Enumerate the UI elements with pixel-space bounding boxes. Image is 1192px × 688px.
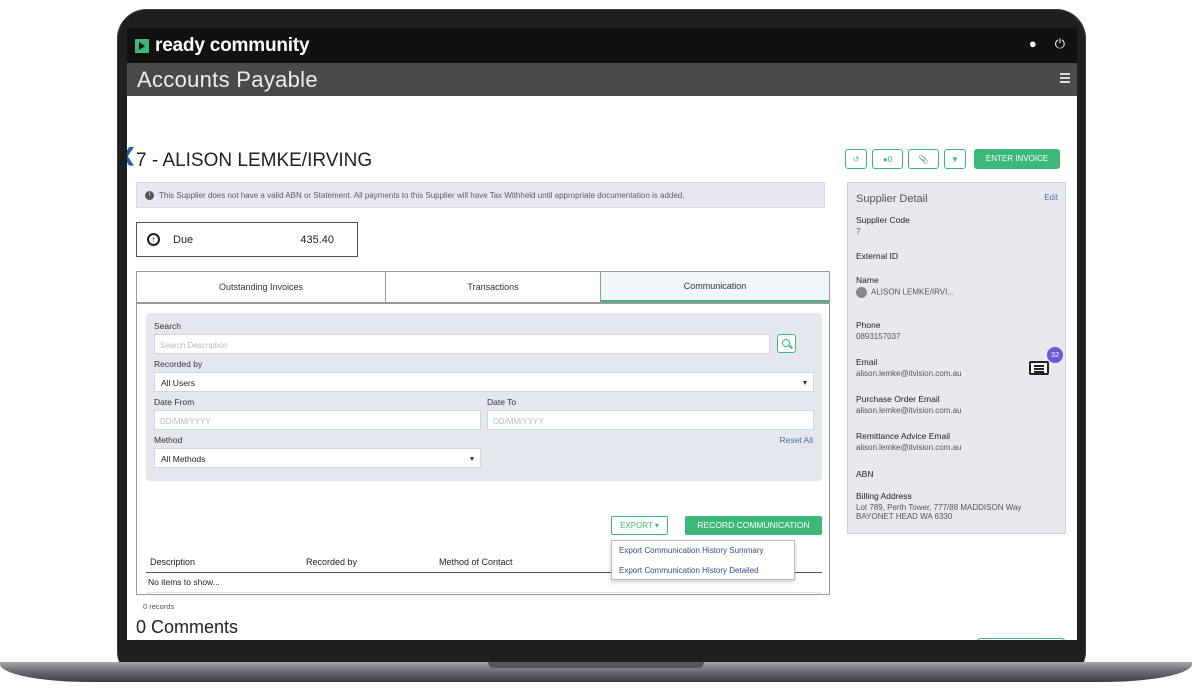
module-title: Accounts Payable [137, 67, 318, 92]
paperclip-icon: 📎 [918, 154, 929, 164]
comments-heading: 0 Comments [136, 617, 239, 637]
app-screen: ready community ● ⏻ Accounts Payable ❮ 7… [127, 28, 1077, 640]
date-from-label: Date From [154, 397, 195, 407]
billing-address-line2: BAYONET HEAD WA 6330 [856, 512, 953, 521]
notification-bell-icon[interactable]: ● [1029, 36, 1037, 52]
tab-communication[interactable]: Communication [601, 272, 829, 302]
name-field: Name ALISON LEMKE/IRVI... [856, 275, 954, 298]
column-header-recorded-by[interactable]: Recorded by [306, 557, 357, 567]
app-logo[interactable]: ready community [135, 35, 310, 57]
po-email-field: Purchase Order Email alison.lemke@itvisi… [856, 394, 962, 415]
supplier-detail-panel: Supplier Detail Edit Supplier Code 7 Ext… [847, 182, 1066, 534]
external-id-label: External ID [856, 251, 899, 261]
comments-button[interactable]: ● 0 [872, 149, 903, 169]
record-communication-button[interactable]: RECORD COMMUNICATION [685, 516, 822, 535]
search-input[interactable]: Search Description [154, 334, 770, 354]
app-name: ready community [155, 35, 310, 56]
email-label: Email [856, 357, 878, 367]
laptop-frame: ready community ● ⏻ Accounts Payable ❮ 7… [0, 0, 1192, 688]
enter-invoice-button[interactable]: ENTER INVOICE [974, 149, 1060, 169]
name-value: ALISON LEMKE/IRVI... [871, 287, 954, 297]
caret-down-icon: ▼ [951, 154, 959, 164]
recorded-by-select[interactable]: All Users [154, 372, 814, 392]
supplier-detail-title: Supplier Detail [856, 193, 928, 205]
abn-label: ABN [856, 469, 874, 479]
external-id-field: External ID [856, 251, 898, 263]
date-from-input[interactable]: DD/MM/YYYY [154, 410, 481, 430]
history-icon: ↺ [852, 154, 860, 164]
record-count: 0 records [143, 602, 175, 611]
comment-count: 0 [887, 154, 893, 164]
supplier-code-value: 7 [856, 227, 861, 236]
due-amount: 435.40 [300, 234, 334, 246]
date-to-label: Date To [487, 397, 517, 407]
email-field: Email alison.lemke@itvision.com.au [856, 357, 962, 378]
back-chevron-icon[interactable]: ❮ [127, 146, 136, 164]
logo-icon [135, 39, 149, 53]
tab-transactions[interactable]: Transactions [386, 272, 601, 302]
alert-text: This Supplier does not have a valid ABN … [159, 190, 685, 200]
phone-value: 0893157037 [856, 332, 901, 341]
name-label: Name [856, 275, 879, 285]
supplier-code-field: Supplier Code 7 [856, 215, 910, 236]
reset-all-link[interactable]: Reset All [779, 435, 813, 445]
due-label: Due [173, 234, 194, 246]
email-value: alison.lemke@itvision.com.au [856, 369, 962, 378]
edit-link[interactable]: Edit [1044, 193, 1058, 202]
billing-address-field: Billing Address Lot 789, Perth Tower, 77… [856, 491, 1021, 521]
recorded-by-value: All Users [161, 378, 196, 388]
remittance-email-field: Remittance Advice Email alison.lemke@itv… [856, 431, 962, 452]
export-detailed-menu-item[interactable]: Export Communication History Detailed [612, 561, 794, 581]
method-select[interactable]: All Methods [154, 448, 481, 468]
filter-form: Search Search Description Recorded by Al… [146, 313, 822, 481]
notification-count-badge: 32 [1047, 347, 1063, 363]
module-title-bar: Accounts Payable [127, 63, 1077, 96]
billing-address-label: Billing Address [856, 491, 912, 501]
comment-action-button[interactable] [977, 638, 1065, 640]
chevron-down-icon [470, 457, 474, 461]
billing-address-line1: Lot 789, Perth Tower, 777/88 MADDISON Wa… [856, 503, 1022, 512]
attachment-button[interactable]: 📎 [908, 149, 939, 169]
phone-field: Phone 0893157037 [856, 320, 901, 341]
top-bar: ready community ● ⏻ [127, 28, 1077, 63]
info-icon: i [145, 190, 154, 200]
supplier-code-label: Supplier Code [856, 215, 910, 225]
empty-table-message: No items to show... [148, 577, 220, 587]
tab-bar: Outstanding Invoices Transactions Commun… [136, 271, 830, 303]
table-row-divider [146, 592, 822, 593]
avatar [856, 287, 867, 298]
hamburger-menu-icon[interactable] [1060, 73, 1070, 85]
due-summary-box: ↑ Due 435.40 [136, 222, 358, 257]
laptop-notch [488, 662, 704, 668]
column-header-description[interactable]: Description [150, 557, 195, 567]
search-button[interactable] [777, 334, 796, 353]
up-arrow-circle-icon: ↑ [147, 233, 160, 246]
export-summary-menu-item[interactable]: Export Communication History Summary [612, 541, 794, 561]
po-email-value: alison.lemke@itvision.com.au [856, 406, 962, 415]
more-dropdown-button[interactable]: ▼ [944, 149, 966, 169]
card-list-icon[interactable] [1029, 361, 1049, 375]
method-label: Method [154, 435, 183, 445]
tab-outstanding-invoices[interactable]: Outstanding Invoices [137, 272, 386, 302]
phone-label: Phone [856, 320, 881, 330]
abn-warning-alert: i This Supplier does not have a valid AB… [136, 182, 825, 208]
remittance-email-label: Remittance Advice Email [856, 431, 951, 441]
history-button[interactable]: ↺ [845, 149, 867, 169]
export-dropdown-menu: Export Communication History Summary Exp… [611, 540, 795, 580]
po-email-label: Purchase Order Email [856, 394, 940, 404]
communication-panel: Search Search Description Recorded by Al… [136, 303, 830, 611]
abn-field: ABN [856, 469, 873, 481]
column-header-method[interactable]: Method of Contact [439, 557, 513, 567]
method-value: All Methods [161, 454, 206, 464]
power-icon[interactable]: ⏻ [1055, 36, 1065, 52]
search-label: Search [154, 321, 181, 331]
date-to-input[interactable]: DD/MM/YYYY [487, 410, 814, 430]
recorded-by-label: Recorded by [154, 359, 203, 369]
export-button[interactable]: EXPORT ▾ [611, 516, 668, 535]
page-title: 7 - ALISON LEMKE/IRVING [136, 150, 373, 171]
chevron-down-icon [803, 381, 807, 385]
remittance-email-value: alison.lemke@itvision.com.au [856, 443, 962, 452]
action-toolbar: ↺ ● 0 📎 ▼ ENTER INVOICE [845, 149, 1060, 169]
